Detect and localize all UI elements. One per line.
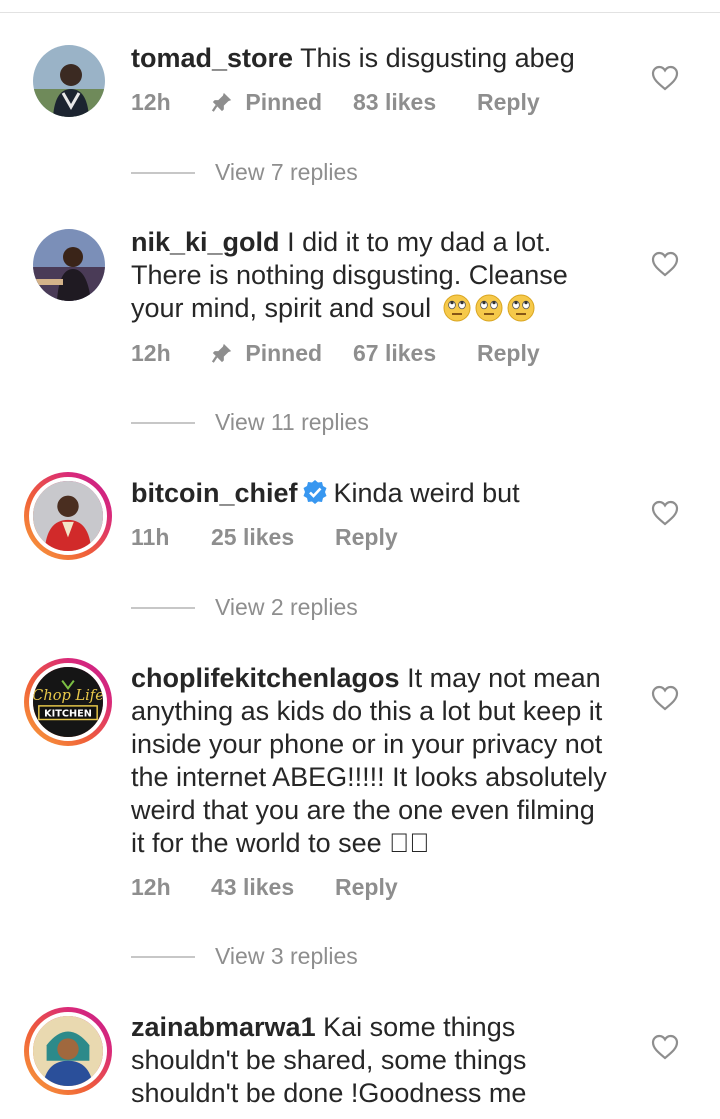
pinned-indicator: Pinned (211, 338, 322, 368)
replies-divider (131, 607, 195, 609)
replies-divider (131, 956, 195, 958)
heart-icon[interactable] (651, 500, 679, 526)
pinned-label: Pinned (245, 340, 323, 366)
likes-count[interactable]: 67 likes (353, 338, 436, 368)
replies-divider (131, 172, 195, 174)
view-replies-label[interactable]: View 3 replies (215, 941, 358, 971)
pin-icon (211, 343, 232, 363)
avatar[interactable] (33, 229, 105, 301)
pin-icon (211, 92, 232, 112)
view-replies-label[interactable]: View 7 replies (215, 157, 358, 187)
avatar[interactable] (24, 1007, 112, 1095)
likes-count[interactable]: 83 likes (353, 87, 436, 117)
heart-icon[interactable] (651, 251, 679, 277)
comment-body-line: it for the world to see    (131, 828, 430, 858)
comment-body-line: Kai some things (323, 1012, 516, 1042)
comment-body-line: It may not mean (407, 663, 601, 693)
comment-time: 11h (131, 524, 170, 550)
comment-body-line: weird that you are the one even filming (131, 795, 595, 825)
comment-body: This is disgusting abeg (300, 43, 575, 73)
comment-body-line: shouldn't be done !Goodness me (131, 1078, 527, 1108)
comment-username[interactable]: tomad_store (131, 43, 293, 73)
comment-body-line: inside your phone or in your privacy not (131, 729, 603, 759)
heart-icon[interactable] (651, 685, 679, 711)
reply-button[interactable]: Reply (477, 338, 540, 368)
comment-body: Kinda weird but (333, 478, 520, 508)
face-with-rolling-eyes-icon (443, 294, 471, 322)
comment-body-line: There is nothing disgusting. Cleanse (131, 260, 568, 290)
comment-body-line: anything as kids do this a lot but keep … (131, 696, 603, 726)
comment-text: choplifekitchenlagos It may not mean any… (131, 662, 631, 860)
comment-body-line: the internet ABEG!!!!! It looks absolute… (131, 762, 607, 792)
reply-button[interactable]: Reply (335, 872, 398, 902)
comment-body-line: your mind, spirit and soul (131, 293, 432, 323)
heart-icon[interactable] (651, 65, 679, 91)
reply-button[interactable]: Reply (335, 522, 398, 552)
comment-username[interactable]: bitcoin_chief (131, 478, 298, 508)
comment-text: zainabmarwa1 Kai some things shouldn't b… (131, 1011, 631, 1110)
view-replies-label[interactable]: View 2 replies (215, 592, 358, 622)
comment-username[interactable]: nik_ki_gold (131, 227, 280, 257)
view-replies-label[interactable]: View 11 replies (215, 407, 369, 437)
comment-body-line: I did it to my dad a lot. (287, 227, 552, 257)
comment-time: 12h (131, 340, 171, 366)
heart-icon[interactable] (651, 1034, 679, 1060)
comment-text: tomad_store This is disgusting abeg (131, 42, 631, 75)
replies-divider (131, 422, 195, 424)
avatar[interactable]: Chop Life KITCHEN (24, 658, 112, 746)
likes-count[interactable]: 43 likes (211, 872, 294, 902)
likes-count[interactable]: 25 likes (211, 522, 294, 552)
avatar[interactable] (24, 472, 112, 560)
verified-badge-icon (303, 480, 327, 504)
comment-text: bitcoin_chief Kinda weird but (131, 477, 631, 510)
face-with-rolling-eyes-icon (507, 294, 535, 322)
reply-button[interactable]: Reply (477, 87, 540, 117)
comment-time: 12h (131, 874, 171, 900)
top-divider (0, 12, 720, 13)
comment-username[interactable]: choplifekitchenlagos (131, 663, 400, 693)
comment-time: 12h (131, 89, 171, 115)
avatar[interactable] (33, 45, 105, 117)
comment-username[interactable]: zainabmarwa1 (131, 1012, 316, 1042)
face-with-rolling-eyes-icon (475, 294, 503, 322)
comment-text: nik_ki_gold I did it to my dad a lot. Th… (131, 226, 631, 325)
pinned-indicator: Pinned (211, 87, 322, 117)
comment-body-line: shouldn't be shared, some things (131, 1045, 527, 1075)
avatar-logo-subtext: KITCHEN (44, 709, 92, 720)
pinned-label: Pinned (245, 89, 323, 115)
